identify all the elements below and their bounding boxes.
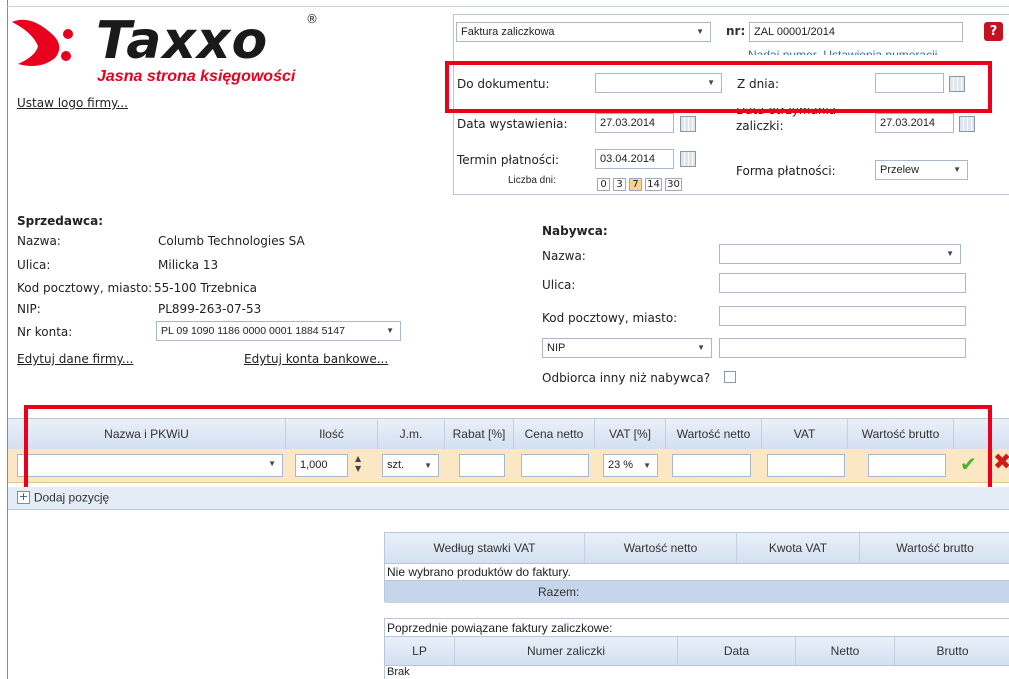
prior-col-numer[interactable]: Numer zaliczki [455, 637, 678, 665]
data-otrzymania-label-line2: zaliczki: [736, 119, 784, 133]
prior-advances-section: Poprzednie powiązane faktury zaliczkowe:… [384, 618, 1009, 679]
page-left-border [7, 0, 8, 679]
vat-col-netto[interactable]: Wartość netto [585, 533, 737, 563]
edit-accounts-link[interactable]: Edytuj konta bankowe... [244, 352, 388, 366]
logo-registered-mark: ® [306, 12, 318, 26]
buyer-ulica-label: Ulica: [542, 278, 576, 292]
highlight-box-items [24, 405, 992, 491]
delete-x-icon[interactable]: ✖ [993, 450, 1009, 475]
prior-col-brutto[interactable]: Brutto [895, 637, 1009, 665]
edit-company-link[interactable]: Edytuj dane firmy... [17, 352, 133, 366]
highlight-box-document-ref [445, 61, 992, 113]
buyer-ulica-input[interactable] [719, 273, 966, 293]
odbiorca-label: Odbiorca inny niż nabywca? [542, 371, 711, 385]
help-icon[interactable]: ? [984, 22, 1003, 41]
add-position-bar [8, 487, 1009, 510]
odbiorca-checkbox[interactable] [724, 371, 736, 383]
invoice-number-input[interactable]: ZAL 00001/2014 [749, 22, 963, 42]
days-option-3[interactable]: 3 [613, 178, 626, 191]
vat-summary-header: Według stawki VAT Wartość netto Kwota VA… [385, 533, 1009, 564]
seller-kod-label: Kod pocztowy, miasto: [17, 281, 153, 295]
liczba-dni-options: 0 3 7 14 30 [597, 176, 685, 191]
taxxo-logo-mark-icon [12, 19, 73, 66]
add-position-label: Dodaj pozycję [33, 490, 110, 505]
prior-advances-title: Poprzednie powiązane faktury zaliczkowe: [387, 621, 613, 635]
buyer-kod-label: Kod pocztowy, miasto: [542, 311, 678, 325]
logo-brand: Taxxo [96, 11, 269, 71]
vat-col-brutto[interactable]: Wartość brutto [860, 533, 1009, 563]
data-otrzymania-calendar-icon[interactable] [959, 116, 975, 132]
termin-platnosci-label: Termin płatności: [457, 153, 560, 167]
nr-label: nr: [726, 24, 746, 38]
buyer-title: Nabywca: [542, 224, 608, 238]
logo-tagline: Jasna strona księgowości [97, 68, 296, 85]
seller-title: Sprzedawca: [17, 214, 104, 228]
days-option-14[interactable]: 14 [645, 178, 662, 191]
days-option-0[interactable]: 0 [597, 178, 610, 191]
liczba-dni-label: Liczba dni: [508, 175, 556, 186]
seller-nazwa-value: Columb Technologies SA [158, 234, 305, 248]
prior-col-data[interactable]: Data [678, 637, 796, 665]
vat-summary-total-row: Razem: [385, 580, 1009, 603]
forma-platnosci-label: Forma płatności: [736, 164, 836, 178]
buyer-nip-type-select[interactable]: NIP [542, 338, 712, 358]
data-wystawienia-calendar-icon[interactable] [680, 116, 696, 132]
days-option-7[interactable]: 7 [629, 178, 642, 191]
vat-col-kwota[interactable]: Kwota VAT [737, 533, 860, 563]
buyer-nip-input[interactable] [719, 338, 966, 358]
seller-nip-label: NIP: [17, 302, 41, 316]
seller-ulica-value: Milicka 13 [158, 258, 219, 272]
seller-nazwa-label: Nazwa: [17, 234, 61, 248]
data-otrzymania-input[interactable]: 27.03.2014 [875, 113, 954, 133]
buyer-nazwa-select[interactable] [719, 244, 961, 264]
data-wystawienia-label: Data wystawienia: [457, 117, 568, 131]
vat-summary-table: Według stawki VAT Wartość netto Kwota VA… [384, 532, 1009, 603]
prior-col-netto[interactable]: Netto [796, 637, 895, 665]
termin-platnosci-input[interactable]: 03.04.2014 [595, 149, 674, 169]
add-position-button[interactable]: + Dodaj pozycję [17, 490, 109, 505]
seller-ulica-label: Ulica: [17, 258, 51, 272]
set-logo-link[interactable]: Ustaw logo firmy... [17, 96, 128, 110]
seller-nip-value: PL899-263-07-53 [158, 302, 262, 316]
data-wystawienia-input[interactable]: 27.03.2014 [595, 113, 674, 133]
numbering-links[interactable]: Nadaj numer Ustawienia numeracji [748, 44, 937, 55]
prior-col-lp[interactable]: LP [385, 637, 455, 665]
prior-advances-header: LP Numer zaliczki Data Netto Brutto [385, 636, 1009, 666]
company-logo: Taxxo ® Jasna strona księgowości [10, 12, 330, 102]
forma-platnosci-select[interactable]: Przelew [875, 160, 968, 180]
buyer-nazwa-label: Nazwa: [542, 249, 586, 263]
plus-icon: + [17, 490, 30, 504]
prior-advances-empty: Brak [387, 666, 410, 678]
page-top-border [7, 6, 1009, 7]
termin-calendar-icon[interactable] [680, 151, 696, 167]
doc-type-select[interactable]: Faktura zaliczkowa [456, 22, 711, 42]
days-option-30[interactable]: 30 [665, 178, 682, 191]
seller-konto-label: Nr konta: [17, 325, 73, 339]
buyer-kod-input[interactable] [719, 306, 966, 326]
seller-konto-select[interactable]: PL 09 1090 1186 0000 0001 1884 5147 [156, 321, 401, 341]
seller-kod-value: 55-100 Trzebnica [154, 281, 258, 295]
vat-col-rate[interactable]: Według stawki VAT [385, 533, 585, 563]
vat-summary-empty: Nie wybrano produktów do faktury. [387, 565, 571, 579]
total-label: Razem: [538, 585, 580, 599]
